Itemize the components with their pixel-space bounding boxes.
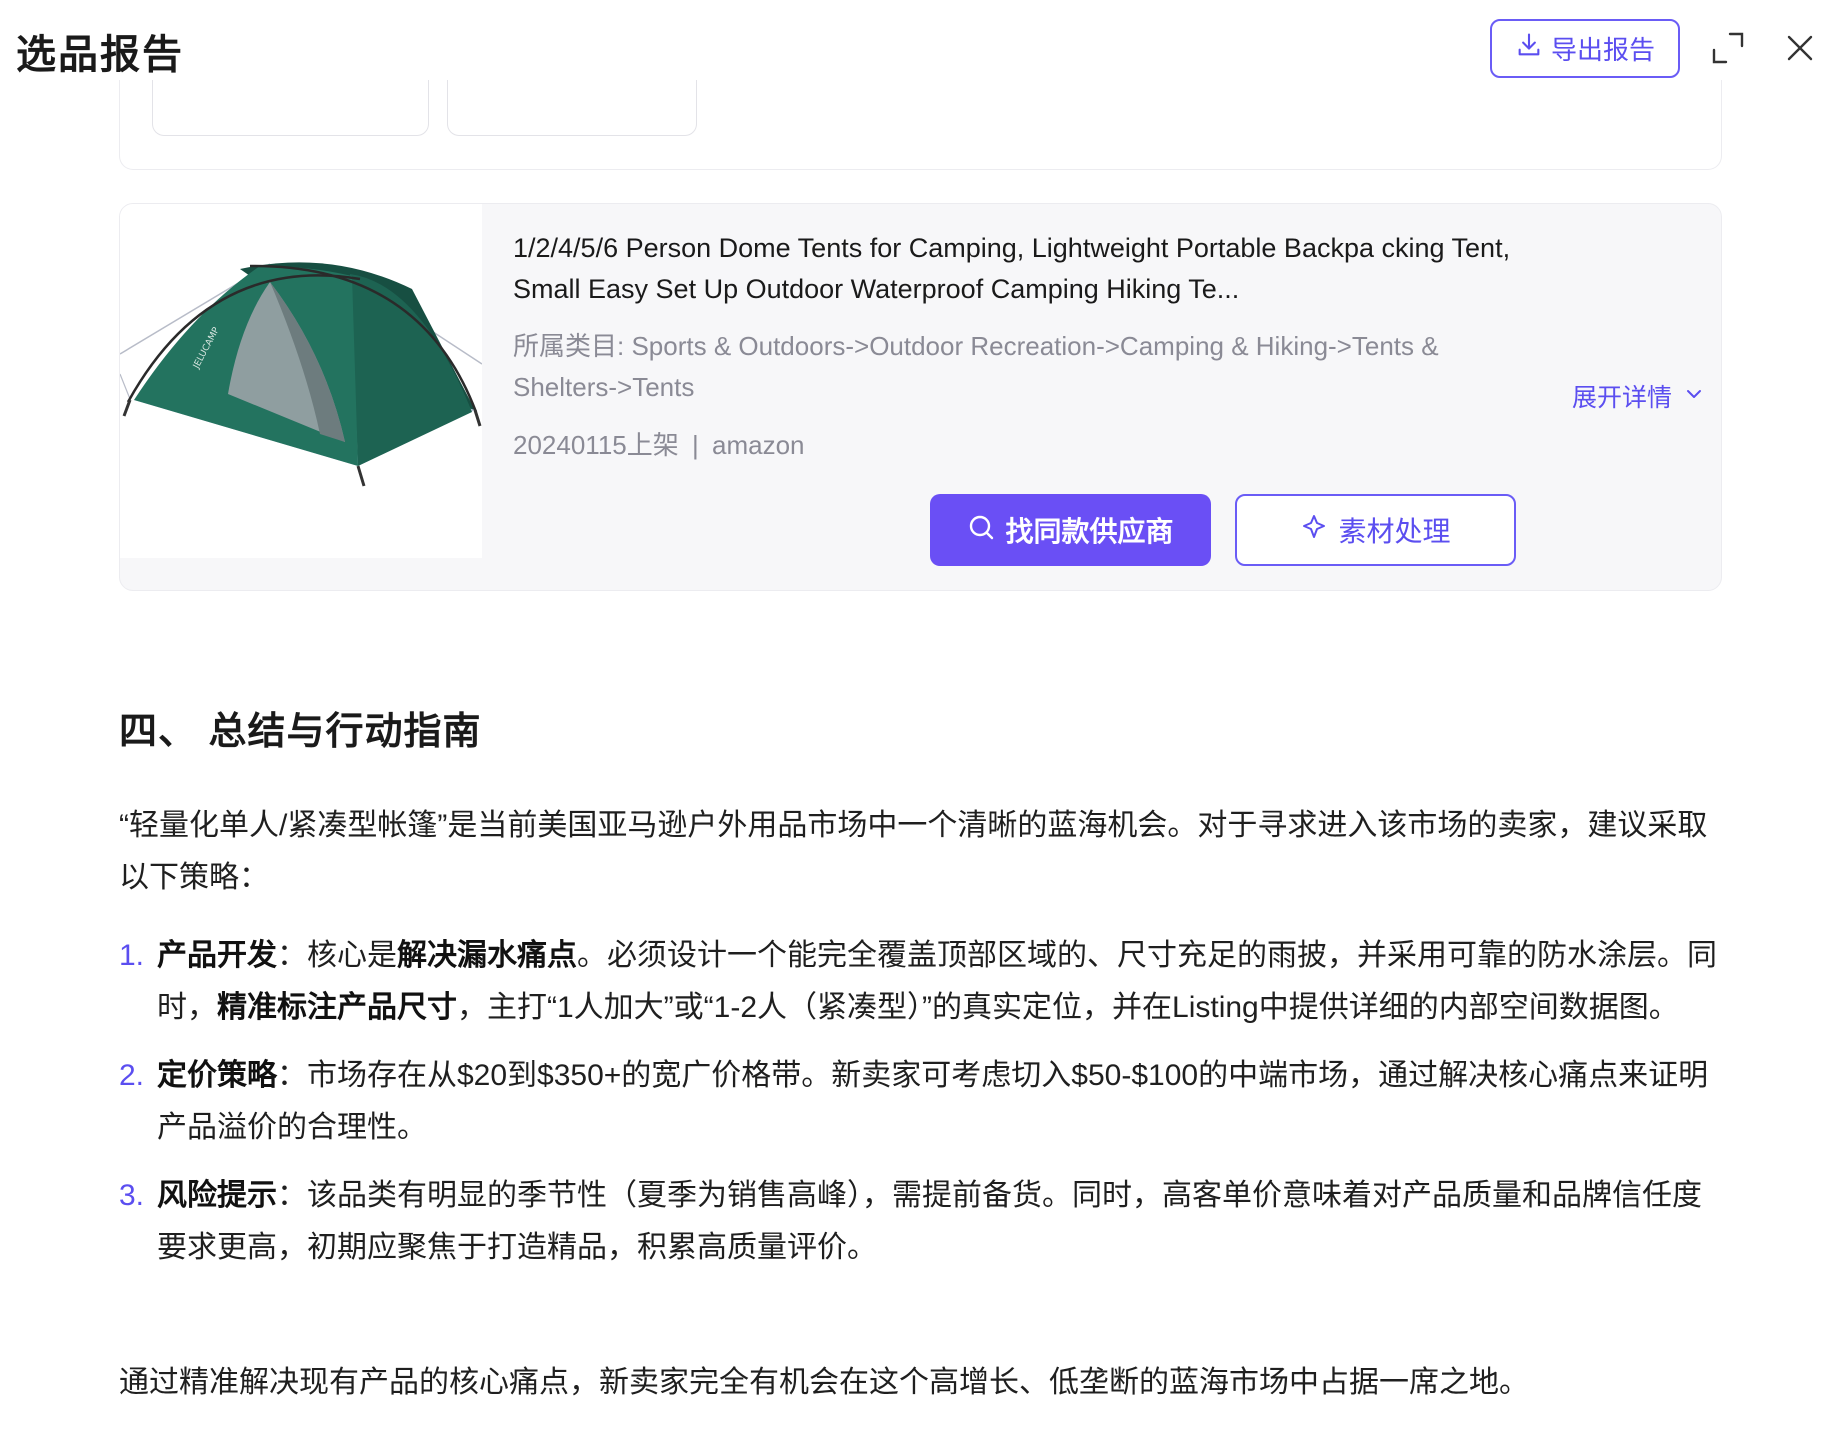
listing-date: 20240115上架	[513, 430, 679, 460]
chevron-down-icon	[1684, 382, 1704, 411]
list-item-colon: ：	[277, 939, 307, 972]
category-label: 所属类目:	[513, 331, 625, 361]
strategy-list: 1. 产品开发：核心是解决漏水痛点。必须设计一个能完全覆盖顶部区域的、尺寸充足的…	[119, 930, 1719, 1290]
platform-name: amazon	[712, 430, 805, 460]
list-item-label: 产品开发	[157, 939, 277, 972]
find-supplier-button[interactable]: 找同款供应商	[930, 494, 1211, 566]
close-icon[interactable]	[1782, 30, 1818, 66]
list-item-text: 核心是	[307, 939, 397, 972]
list-item-bold: 解决漏水痛点	[397, 939, 577, 972]
list-number: 3.	[119, 1179, 145, 1212]
product-title[interactable]: 1/2/4/5/6 Person Dome Tents for Camping,…	[513, 228, 1553, 310]
material-processing-button[interactable]: 素材处理	[1235, 494, 1516, 566]
conclusion-paragraph: 通过精准解决现有产品的核心痛点，新卖家完全有机会在这个高增长、低垄断的蓝海市场中…	[119, 1366, 1529, 1399]
sparkle-icon	[1300, 513, 1328, 548]
expand-detail-toggle[interactable]: 展开详情	[1572, 378, 1704, 414]
product-card: JELUCAMP 1/2/4/5/6 Person Dome Tents for…	[119, 203, 1722, 591]
previous-product-card	[119, 80, 1722, 170]
intro-paragraph: “轻量化单人/紧凑型帐篷”是当前美国亚马逊户外用品市场中一个清晰的蓝海机会。对于…	[119, 809, 1708, 894]
list-item-text: 该品类有明显的季节性（夏季为销售高峰），需提前备货。同时，高客单价意味着对产品质…	[157, 1179, 1702, 1264]
list-number: 1.	[119, 939, 145, 972]
list-item-text: ，主打“1人加大”或“1-2人（紧凑型）”的真实定位，并在Listing中提供详…	[457, 991, 1679, 1024]
search-icon	[967, 513, 995, 548]
material-processing-label: 素材处理	[1338, 516, 1451, 547]
product-image[interactable]: JELUCAMP	[120, 204, 483, 558]
list-item-colon: ：	[277, 1179, 307, 1212]
list-item: 3. 风险提示：该品类有明显的季节性（夏季为销售高峰），需提前备货。同时，高客单…	[119, 1170, 1719, 1274]
page-title: 选品报告	[16, 33, 184, 77]
find-supplier-label: 找同款供应商	[1005, 516, 1174, 547]
previous-card-button[interactable]	[152, 80, 429, 136]
download-icon	[1515, 31, 1543, 66]
product-meta: 20240115上架 | amazon	[513, 425, 805, 465]
list-item-label: 风险提示	[157, 1179, 277, 1212]
export-report-label: 导出报告	[1550, 35, 1655, 65]
list-item-text: 市场存在从$20到$350+的宽广价格带。新卖家可考虑切入$50-$100的中端…	[157, 1059, 1709, 1144]
category-path: Sports & Outdoors->Outdoor Recreation->C…	[513, 331, 1439, 402]
list-number: 2.	[119, 1059, 145, 1092]
list-item-colon: ：	[277, 1059, 307, 1092]
previous-card-button[interactable]	[447, 80, 697, 136]
section-heading: 四、 总结与行动指南	[119, 711, 482, 753]
list-item-label: 定价策略	[157, 1059, 277, 1092]
product-category: 所属类目: Sports & Outdoors->Outdoor Recreat…	[513, 326, 1473, 408]
list-item: 1. 产品开发：核心是解决漏水痛点。必须设计一个能完全覆盖顶部区域的、尺寸充足的…	[119, 930, 1719, 1034]
export-report-button[interactable]: 导出报告	[1490, 19, 1680, 78]
expand-icon[interactable]	[1710, 30, 1746, 66]
expand-detail-label: 展开详情	[1572, 384, 1673, 412]
list-item-bold: 精准标注产品尺寸	[217, 991, 457, 1024]
meta-separator: |	[692, 430, 699, 460]
list-item: 2. 定价策略：市场存在从$20到$350+的宽广价格带。新卖家可考虑切入$50…	[119, 1050, 1719, 1154]
